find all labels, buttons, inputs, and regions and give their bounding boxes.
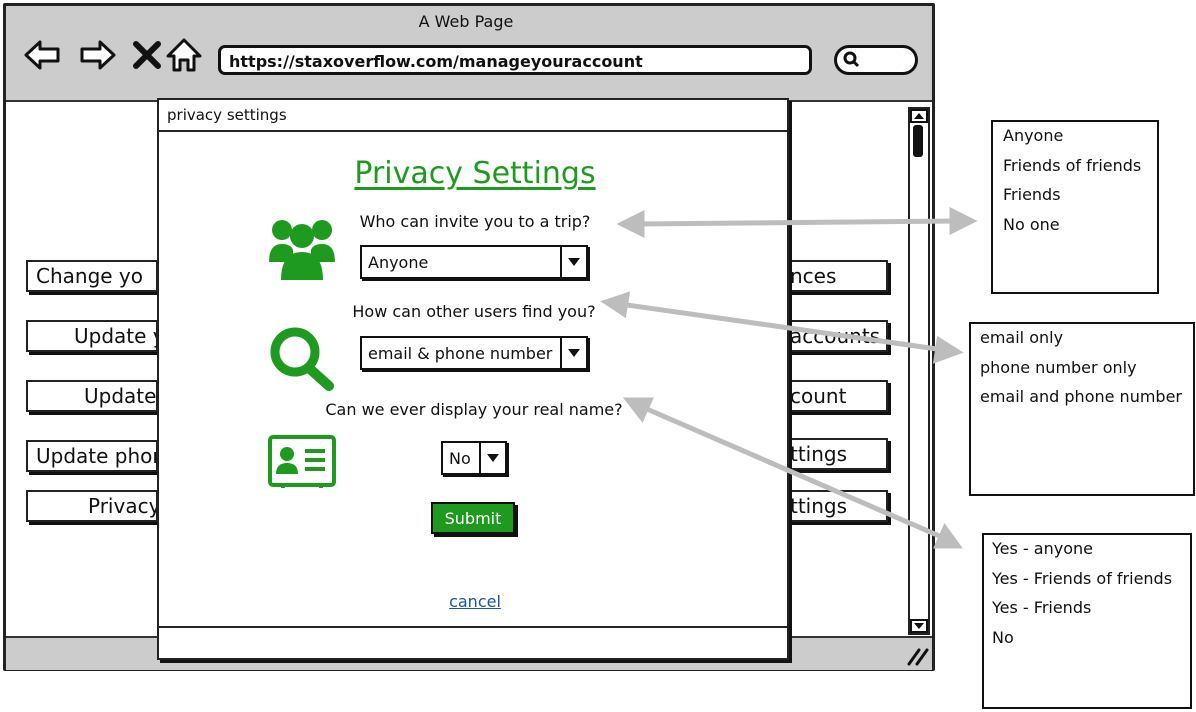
- list-item[interactable]: email and phone number: [980, 387, 1184, 417]
- real-name-options-list: Yes - anyone Yes - Friends of friends Ye…: [982, 533, 1192, 709]
- list-item[interactable]: Friends: [1003, 185, 1147, 215]
- list-item[interactable]: email only: [980, 328, 1184, 358]
- list-item[interactable]: Yes - anyone: [992, 539, 1182, 569]
- list-item[interactable]: Yes - Friends: [992, 598, 1182, 628]
- list-item[interactable]: phone number only: [980, 358, 1184, 388]
- list-item[interactable]: Anyone: [1003, 126, 1147, 156]
- list-item[interactable]: Yes - Friends of friends: [992, 569, 1182, 599]
- list-item[interactable]: No: [992, 628, 1182, 658]
- list-item[interactable]: Friends of friends: [1003, 156, 1147, 186]
- invite-options-list: Anyone Friends of friends Friends No one: [991, 120, 1159, 294]
- find-options-list: email only phone number only email and p…: [969, 322, 1195, 496]
- list-item[interactable]: No one: [1003, 215, 1147, 245]
